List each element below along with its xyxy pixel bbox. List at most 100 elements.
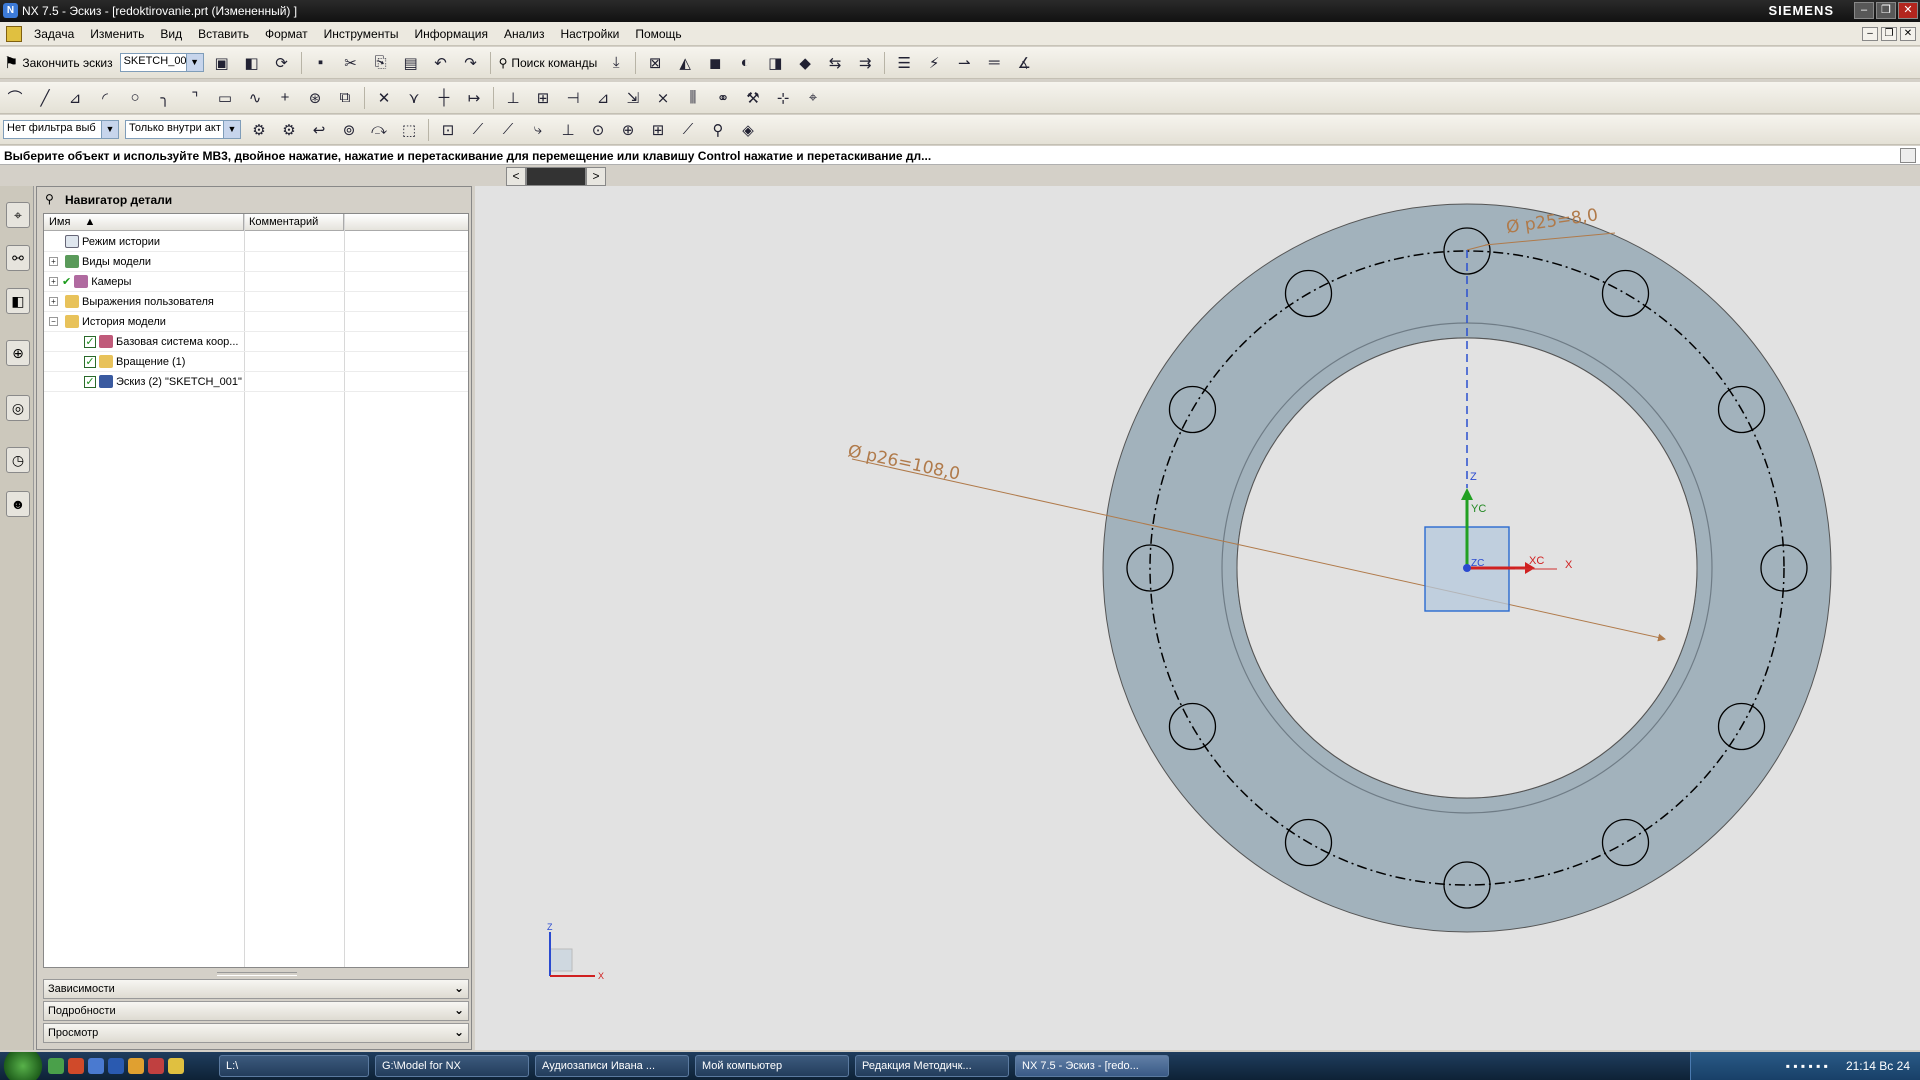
tab-slider[interactable] — [526, 167, 586, 186]
splitter-handle[interactable] — [217, 972, 297, 976]
menu-format[interactable]: Формат — [257, 27, 316, 41]
doc-minimize-button[interactable]: – — [1862, 27, 1878, 41]
tree-row-revolve[interactable]: ✓ Вращение (1) — [44, 352, 468, 372]
menu-task[interactable]: Задача — [26, 27, 82, 41]
rectangle-icon[interactable]: ▭ — [212, 86, 238, 110]
auto-constrain-icon[interactable]: ⊞ — [530, 86, 556, 110]
wcs-icon[interactable]: ⚡ — [921, 51, 947, 75]
redo-icon[interactable]: ↷ — [458, 51, 484, 75]
tree-row-model-views[interactable]: + Виды модели — [44, 252, 468, 272]
convert-reference-icon[interactable]: ⇲ — [620, 86, 646, 110]
tree-row-datum-csys[interactable]: ✓ Базовая система коор... — [44, 332, 468, 352]
section-dependencies[interactable]: Зависимости ⌄ — [43, 979, 469, 999]
inferred-constraints-icon[interactable]: ⚭ — [710, 86, 736, 110]
inferred-dimension-icon[interactable]: ↦ — [461, 86, 487, 110]
point-icon[interactable]: + — [272, 86, 298, 110]
selection-icon[interactable]: ⤓ — [603, 51, 629, 75]
show-constraints-icon[interactable]: ⊣ — [560, 86, 586, 110]
section-details[interactable]: Подробности ⌄ — [43, 1001, 469, 1021]
dimension-bolt-circle-diameter[interactable]: Ø p26=108,0 — [846, 441, 962, 484]
derived-line-icon[interactable]: ⊿ — [62, 86, 88, 110]
snap-quadrant-icon[interactable]: ⊕ — [615, 118, 641, 142]
column-header-name[interactable]: Имя ▲ — [44, 214, 244, 231]
arc-icon[interactable]: ◜ — [92, 86, 118, 110]
close-button[interactable]: ✕ — [1898, 2, 1918, 19]
general-filter-icon[interactable]: ⚙ — [246, 118, 272, 142]
taskbar-item-audio[interactable]: Аудиозаписи Ивана ... — [535, 1055, 689, 1077]
quick-extend-icon[interactable]: ⋎ — [401, 86, 427, 110]
constraint-navigator-icon[interactable]: ⚯ — [6, 245, 30, 271]
expand-icon[interactable]: + — [49, 297, 58, 306]
quicklaunch-folder-icon[interactable] — [88, 1058, 104, 1074]
snap-mid-point-icon[interactable]: ⟋ — [465, 118, 491, 142]
task-menu-icon[interactable] — [6, 25, 22, 42]
orient-icon[interactable]: ⇆ — [822, 51, 848, 75]
assembly-navigator-icon[interactable]: ⌖ — [6, 202, 30, 228]
expand-icon[interactable]: + — [49, 277, 58, 286]
snap-bounded-icon[interactable]: ◈ — [735, 118, 761, 142]
update-model-icon[interactable]: ⟳ — [269, 51, 295, 75]
doc-close-button[interactable]: ✕ — [1900, 27, 1916, 41]
status-toggle-icon[interactable] — [1900, 148, 1916, 163]
minimize-button[interactable]: – — [1854, 2, 1874, 19]
quicklaunch-app-icon[interactable] — [48, 1058, 64, 1074]
chamfer-icon[interactable]: ⌝ — [182, 86, 208, 110]
roles-icon[interactable]: ☻ — [6, 491, 30, 517]
undo-icon[interactable]: ↶ — [428, 51, 454, 75]
snap-control-point-icon[interactable]: ⟋ — [495, 118, 521, 142]
measure-angle-icon[interactable]: ∡ — [1011, 51, 1037, 75]
menu-information[interactable]: Информация — [406, 27, 495, 41]
quicklaunch-mail-icon[interactable] — [128, 1058, 144, 1074]
circle-icon[interactable]: ○ — [122, 86, 148, 110]
quicklaunch-chrome-icon[interactable] — [68, 1058, 84, 1074]
profile-icon[interactable]: ⌒ — [2, 86, 28, 110]
copy-icon[interactable]: ⎘ — [368, 51, 394, 75]
menu-insert[interactable]: Вставить — [190, 27, 257, 41]
menu-preferences[interactable]: Настройки — [552, 27, 627, 41]
measure-distance-icon[interactable]: ═ — [981, 51, 1007, 75]
origin-point[interactable] — [1463, 564, 1471, 572]
sketch-style-icon[interactable]: ⚒ — [740, 86, 766, 110]
collapse-icon[interactable]: − — [49, 317, 58, 326]
cut-icon[interactable]: ✂ — [338, 51, 364, 75]
maximize-button[interactable]: ❐ — [1876, 2, 1896, 19]
graphics-window[interactable]: Ø p25=8,0 Ø p26=108,0 XC X YC ZC Z Z X — [475, 186, 1920, 1050]
extrude-icon[interactable]: ⇉ — [852, 51, 878, 75]
start-button[interactable] — [0, 1052, 46, 1080]
fit-view-icon[interactable]: ⊠ — [642, 51, 668, 75]
tree-row-model-history[interactable]: − История модели — [44, 312, 468, 332]
tree-row-sketch[interactable]: ✓ Эскиз (2) "SKETCH_001" — [44, 372, 468, 392]
paste-icon[interactable]: ▤ — [398, 51, 424, 75]
tree-row-cameras[interactable]: + ✔ Камеры — [44, 272, 468, 292]
snap-existing-point-icon[interactable]: ⊞ — [645, 118, 671, 142]
reattach-icon[interactable]: ◧ — [239, 51, 265, 75]
menu-help[interactable]: Помощь — [627, 27, 689, 41]
sketch-viewport[interactable]: Ø p25=8,0 Ø p26=108,0 XC X YC ZC Z Z X — [475, 186, 1920, 1050]
menu-view[interactable]: Вид — [152, 27, 190, 41]
column-header-comment[interactable]: Комментарий — [244, 214, 344, 231]
visibility-checkbox[interactable]: ✓ — [84, 335, 96, 348]
taskbar-item-drive[interactable]: L:\ — [219, 1055, 369, 1077]
pattern-curve-icon[interactable]: ⧉ — [332, 86, 358, 110]
quicklaunch-media-icon[interactable] — [168, 1058, 184, 1074]
quicklaunch-ie-icon[interactable] — [108, 1058, 124, 1074]
fillet-icon[interactable]: ╮ — [152, 86, 178, 110]
clock[interactable]: 21:14 Вс 24 — [1846, 1059, 1910, 1073]
doc-restore-button[interactable]: ❐ — [1881, 27, 1897, 41]
scope-filter-select[interactable]: Только внутри акт ▼ — [125, 120, 241, 139]
continuous-autodim-icon[interactable]: ⊹ — [770, 86, 796, 110]
make-corner-icon[interactable]: ┼ — [431, 86, 457, 110]
taskbar-item-word[interactable]: Редакция Методичк... — [855, 1055, 1009, 1077]
snap-arc-center-icon[interactable]: ⊙ — [585, 118, 611, 142]
tree-row-user-expressions[interactable]: + Выражения пользователя — [44, 292, 468, 312]
rectangle-select-icon[interactable]: ⬚ — [396, 118, 422, 142]
quicklaunch-opera-icon[interactable] — [148, 1058, 164, 1074]
type-filter-select[interactable]: Нет фильтра выб ▼ — [3, 120, 119, 139]
reset-filter-icon[interactable]: ⚙ — [276, 118, 302, 142]
alternate-solution-icon[interactable]: ⨯ — [650, 86, 676, 110]
expand-icon[interactable]: + — [49, 257, 58, 266]
relations-browser-icon[interactable]: ⫼ — [680, 86, 706, 110]
snap-intersection-icon[interactable]: ⤷ — [525, 118, 551, 142]
menu-tools[interactable]: Инструменты — [316, 27, 407, 41]
hide-icon[interactable]: ◆ — [792, 51, 818, 75]
